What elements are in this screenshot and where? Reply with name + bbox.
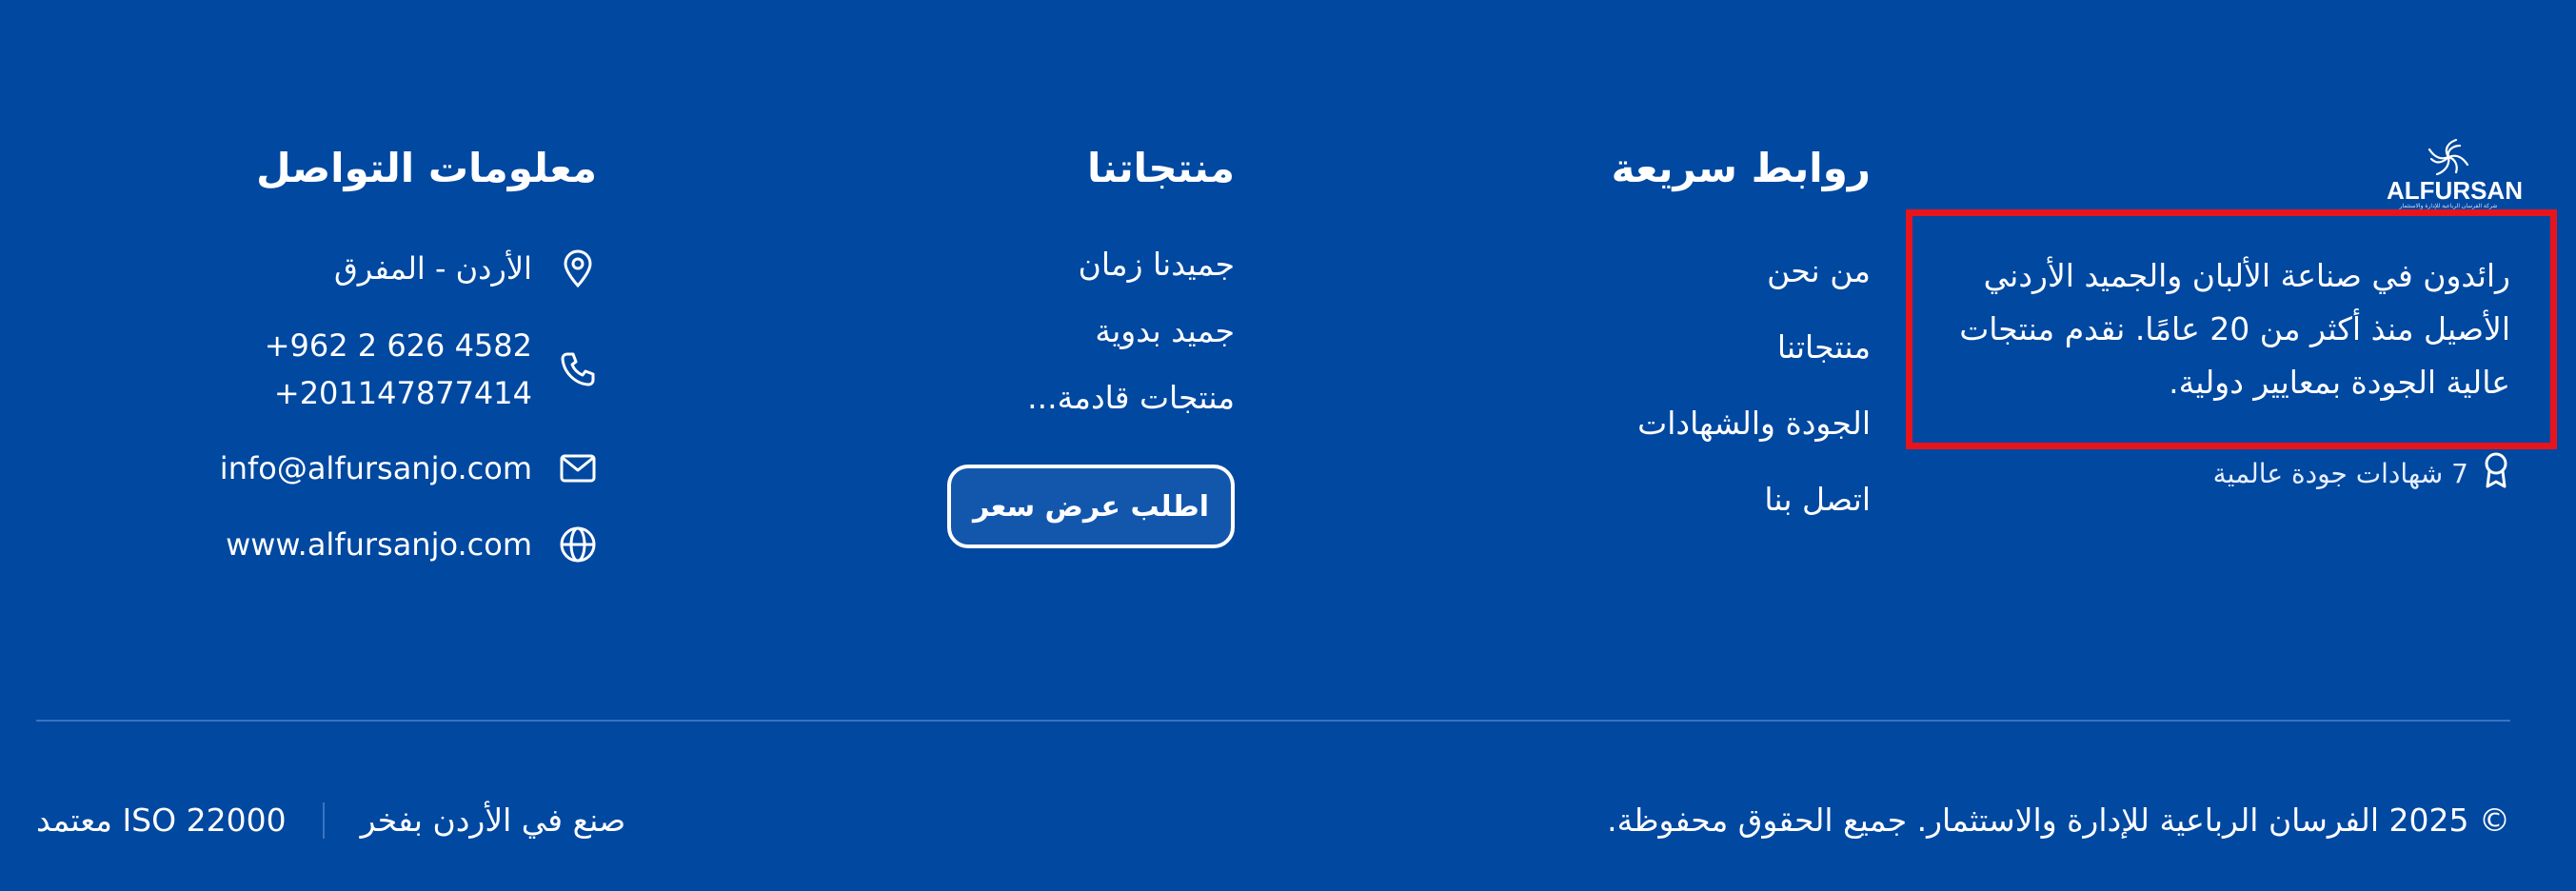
phone-icon bbox=[559, 350, 597, 388]
award-icon bbox=[2482, 451, 2510, 496]
products-title: منتجاتنا bbox=[1086, 145, 1235, 191]
contact-phones[interactable]: +962 2 626 4582 +201147877414 bbox=[265, 322, 597, 417]
phone-number-1[interactable]: +962 2 626 4582 bbox=[265, 322, 532, 369]
iso-certified: ISO 22000 معتمد bbox=[36, 802, 287, 839]
link-contact[interactable]: اتصل بنا bbox=[1764, 481, 1871, 518]
contact-website[interactable]: www.alfursanjo.com bbox=[226, 521, 597, 568]
contact-location: الأردن - المفرق bbox=[334, 245, 597, 292]
link-quality[interactable]: الجودة والشهادات bbox=[1637, 405, 1871, 442]
logo-text: ALFURSAN bbox=[2387, 176, 2523, 205]
footer-divider bbox=[36, 720, 2510, 722]
certificates-note: 7 شهادات جودة عالمية bbox=[2213, 451, 2510, 496]
contact-title: معلومات التواصل bbox=[256, 145, 597, 191]
email-text[interactable]: info@alfursanjo.com bbox=[220, 445, 532, 492]
globe-icon bbox=[559, 525, 597, 564]
about-description: رائدون في صناعة الألبان والجميد الأردني … bbox=[1959, 257, 2510, 401]
location-text: الأردن - المفرق bbox=[333, 250, 532, 287]
footer-badges: صنع في الأردن بفخر ISO 22000 معتمد bbox=[36, 802, 625, 839]
request-quote-button[interactable]: اطلب عرض سعر bbox=[947, 465, 1235, 548]
map-pin-icon bbox=[559, 249, 597, 287]
product-jameed-zaman[interactable]: جميدنا زمان bbox=[1079, 246, 1235, 283]
website-text[interactable]: www.alfursanjo.com bbox=[226, 521, 532, 568]
link-about[interactable]: من نحن bbox=[1767, 252, 1871, 289]
contact-email[interactable]: info@alfursanjo.com bbox=[220, 445, 597, 492]
brand-logo[interactable]: ALFURSAN شركة الفرسان الرباعية للإدارة و… bbox=[2387, 138, 2523, 210]
mail-icon bbox=[559, 449, 597, 487]
vertical-separator bbox=[322, 802, 325, 839]
certificates-label: 7 شهادات جودة عالمية bbox=[2212, 458, 2468, 489]
copyright-text: © 2025 الفرسان الرباعية للإدارة والاستثم… bbox=[1607, 802, 2510, 839]
product-coming-soon[interactable]: منتجات قادمة... bbox=[1027, 379, 1235, 416]
link-products[interactable]: منتجاتنا bbox=[1777, 328, 1871, 366]
phone-number-2[interactable]: +201147877414 bbox=[265, 369, 532, 417]
made-in-jordan: صنع في الأردن بفخر bbox=[360, 802, 626, 839]
logo-swirl-icon bbox=[2427, 138, 2469, 176]
product-jameed-badawia[interactable]: جميد بدوية bbox=[1095, 312, 1235, 349]
quick-links-title: روابط سريعة bbox=[1611, 145, 1871, 191]
